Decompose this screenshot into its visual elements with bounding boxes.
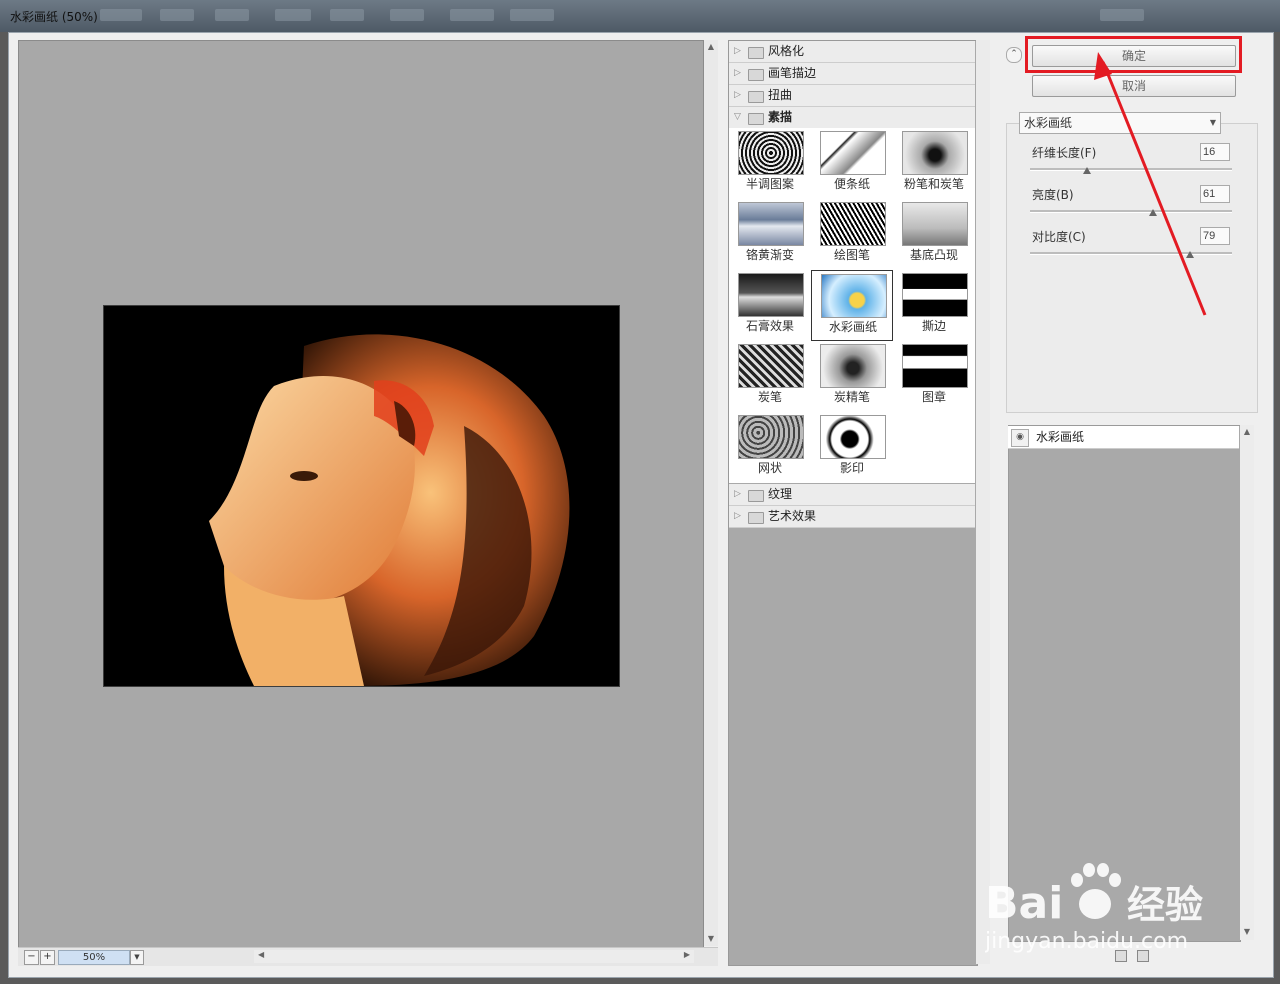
preview-image (103, 305, 620, 687)
filter-select[interactable]: 水彩画纸 ▼ (1019, 112, 1221, 134)
scroll-left-icon[interactable]: ◀ (258, 950, 264, 959)
layers-scrollbar[interactable]: ▲ ▼ (1240, 425, 1254, 940)
blurred-menu (450, 9, 494, 21)
filter-thumb-charcoal[interactable]: 炭笔 (729, 341, 811, 412)
blurred-menu (215, 9, 249, 21)
brightness-input[interactable] (1200, 185, 1230, 203)
fiber-length-input[interactable] (1200, 143, 1230, 161)
scroll-up-icon[interactable]: ▲ (1240, 425, 1254, 439)
blurred-menu (275, 9, 311, 21)
zoom-dropdown-icon[interactable]: ▼ (130, 950, 144, 965)
category-stylize[interactable]: ▷ 风格化 (729, 41, 975, 63)
filter-thumb-plaster[interactable]: 石膏效果 (729, 270, 811, 341)
window-titlebar: 水彩画纸 (50%) (0, 0, 1280, 32)
paw-icon (1071, 863, 1121, 919)
folder-icon (748, 490, 764, 502)
category-texture[interactable]: ▷ 纹理 (729, 484, 975, 506)
scroll-up-icon[interactable]: ▲ (704, 40, 718, 54)
effect-layer-row[interactable]: 水彩画纸 (1008, 426, 1239, 449)
eye-icon[interactable]: ◉ (1011, 429, 1029, 447)
preview-vertical-scrollbar[interactable]: ▲ ▼ (704, 40, 718, 946)
brightness-slider[interactable] (1030, 210, 1232, 213)
fiber-length-slider[interactable] (1030, 168, 1232, 171)
effect-layer-label: 水彩画纸 (1036, 430, 1085, 444)
category-distort[interactable]: ▷ 扭曲 (729, 85, 975, 107)
expand-arrow-icon[interactable]: ▷ (734, 63, 741, 84)
baidu-jingyan-watermark: Bai 经验 jingyan.baidu.com (984, 848, 1225, 958)
watermark-brand-cn: 经验 (1127, 883, 1203, 927)
filter-thumb-stamp[interactable]: 图章 (893, 341, 975, 412)
folder-icon (748, 91, 764, 103)
fiber-length-label: 纤维长度(F) (1032, 146, 1097, 160)
gallery-scrollbar[interactable] (976, 40, 990, 964)
filter-thumb-graphic-pen[interactable]: 绘图笔 (811, 199, 893, 270)
blurred-menu (1100, 9, 1144, 21)
filter-thumb-chrome[interactable]: 铬黄渐变 (729, 199, 811, 270)
filter-thumb-bas-relief[interactable]: 基底凸现 (893, 199, 975, 270)
contrast-slider-handle[interactable] (1185, 251, 1194, 258)
filter-thumbnails: 半调图案 便条纸 粉笔和炭笔 铬黄渐变 绘图笔 基底凸现 石膏效果 水彩画纸 撕… (729, 128, 975, 483)
filter-thumb-water-paper[interactable]: 水彩画纸 (811, 270, 893, 341)
scroll-down-icon[interactable]: ▼ (704, 932, 718, 946)
blurred-menu (160, 9, 194, 21)
filter-thumb-note-paper[interactable]: 便条纸 (811, 128, 893, 199)
blurred-menu (100, 9, 142, 21)
filter-thumb-torn-edges[interactable]: 撕边 (893, 270, 975, 341)
brightness-slider-handle[interactable] (1149, 209, 1158, 216)
filter-thumb-conte-crayon[interactable]: 炭精笔 (811, 341, 893, 412)
contrast-input[interactable] (1200, 227, 1230, 245)
chevron-down-icon: ▼ (1209, 118, 1216, 127)
collapse-gallery-icon[interactable]: ⌃ (1006, 47, 1022, 63)
filter-thumb-halftone[interactable]: 半调图案 (729, 128, 811, 199)
expand-arrow-icon[interactable]: ▷ (734, 506, 741, 527)
cancel-button[interactable]: 取消 (1032, 75, 1236, 97)
brightness-label: 亮度(B) (1032, 188, 1074, 202)
expand-arrow-icon[interactable]: ▷ (734, 484, 741, 505)
scroll-down-icon[interactable]: ▼ (1240, 925, 1254, 939)
blurred-menu (330, 9, 364, 21)
contrast-label: 对比度(C) (1032, 230, 1086, 244)
folder-icon (748, 512, 764, 524)
watermark-brand: Bai (985, 878, 1063, 929)
filter-thumb-chalk-charcoal[interactable]: 粉笔和炭笔 (893, 128, 975, 199)
expand-arrow-icon[interactable]: ▷ (734, 41, 741, 62)
folder-icon (748, 69, 764, 81)
window-title: 水彩画纸 (50%) (10, 10, 98, 24)
scroll-right-icon[interactable]: ▶ (684, 950, 690, 959)
category-artistic[interactable]: ▷ 艺术效果 (729, 506, 975, 528)
ok-highlight-box (1025, 36, 1242, 73)
contrast-slider[interactable] (1030, 252, 1232, 255)
folder-icon (748, 47, 764, 59)
collapse-arrow-icon[interactable]: ▽ (734, 107, 741, 128)
zoom-in-button[interactable]: + (40, 950, 55, 965)
expand-arrow-icon[interactable]: ▷ (734, 85, 741, 106)
category-brush-strokes[interactable]: ▷ 画笔描边 (729, 63, 975, 85)
watermark-url: jingyan.baidu.com (985, 929, 1188, 954)
blurred-menu (510, 9, 554, 21)
fiber-length-slider-handle[interactable] (1082, 167, 1091, 174)
zoom-out-button[interactable]: − (24, 950, 39, 965)
preview-horizontal-scrollbar[interactable]: ◀ ▶ (254, 950, 694, 963)
category-sketch[interactable]: ▽ 素描 (729, 107, 975, 129)
folder-open-icon (748, 113, 764, 125)
filter-thumb-reticulation[interactable]: 网状 (729, 412, 811, 483)
filter-thumb-photocopy[interactable]: 影印 (811, 412, 893, 483)
preview-statusbar: − + 50% ▼ ◀ ▶ (18, 947, 718, 966)
zoom-level-field[interactable]: 50% (58, 950, 130, 965)
blurred-menu (390, 9, 424, 21)
filter-settings-panel (1006, 123, 1258, 413)
